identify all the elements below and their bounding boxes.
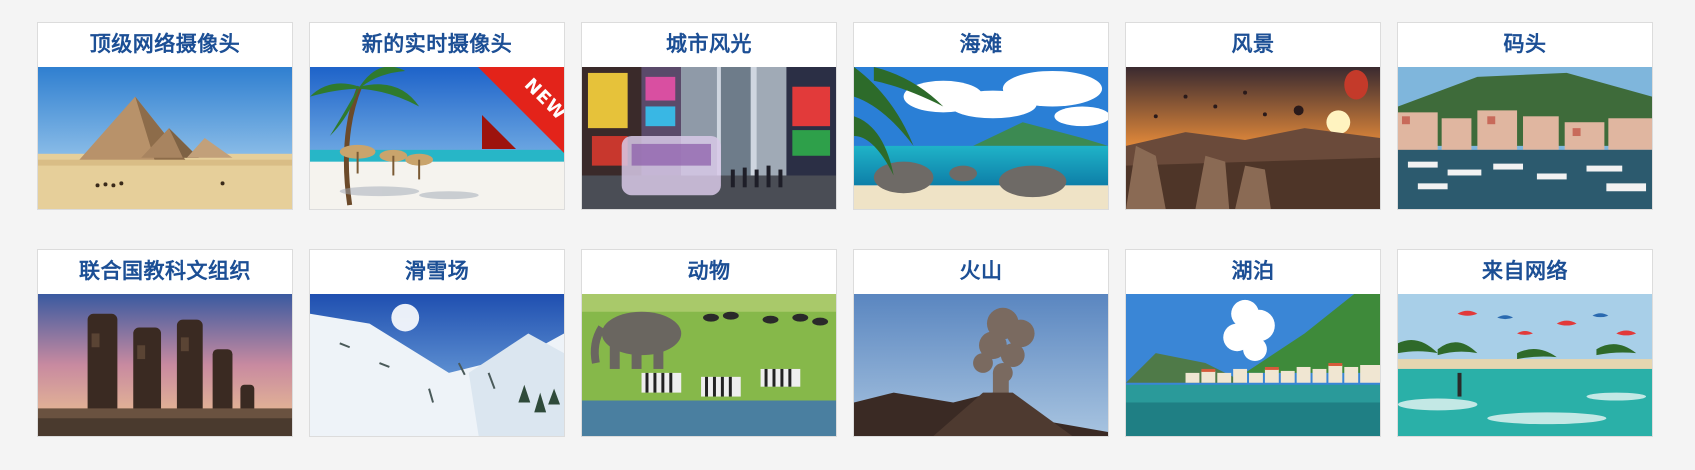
beach-palm-photo-icon: NEW — [310, 67, 564, 209]
pyramids-photo-icon — [38, 67, 292, 209]
card-title: 城市风光 — [666, 32, 752, 56]
category-card-ski-resorts[interactable]: 滑雪场 — [309, 249, 565, 437]
category-card-cityscape[interactable]: 城市风光 — [581, 22, 837, 210]
times-square-photo-icon — [582, 67, 836, 209]
tropical-beach-photo-icon — [854, 67, 1108, 209]
category-card-from-web[interactable]: 来自网络 — [1397, 249, 1653, 437]
ski-slope-photo-icon — [310, 294, 564, 436]
volcano-photo-icon — [854, 294, 1108, 436]
category-grid: 顶级网络摄像头 新的实时摄像头 NEW 城市风光 海滩 风景 码头 联合国教科文… — [37, 22, 1653, 437]
card-title: 顶级网络摄像头 — [89, 32, 241, 56]
card-title: 火山 — [959, 259, 1003, 283]
category-card-harbors[interactable]: 码头 — [1397, 22, 1653, 210]
card-title: 新的实时摄像头 — [361, 32, 513, 56]
category-card-volcanoes[interactable]: 火山 — [853, 249, 1109, 437]
category-card-unesco[interactable]: 联合国教科文组织 — [37, 249, 293, 437]
card-title: 风景 — [1231, 32, 1275, 56]
category-card-lakes[interactable]: 湖泊 — [1125, 249, 1381, 437]
category-card-top-webcams[interactable]: 顶级网络摄像头 — [37, 22, 293, 210]
category-card-new-live-cams[interactable]: 新的实时摄像头 NEW — [309, 22, 565, 210]
safari-animals-photo-icon — [582, 294, 836, 436]
card-title: 滑雪场 — [404, 259, 470, 283]
category-card-landscapes[interactable]: 风景 — [1125, 22, 1381, 210]
card-title: 湖泊 — [1231, 259, 1275, 283]
card-title: 来自网络 — [1482, 259, 1568, 283]
balloons-landscape-photo-icon — [1126, 67, 1380, 209]
card-title: 动物 — [687, 259, 731, 283]
moai-statues-photo-icon — [38, 294, 292, 436]
harbor-photo-icon — [1398, 67, 1652, 209]
category-card-beaches[interactable]: 海滩 — [853, 22, 1109, 210]
kitesurf-photo-icon — [1398, 294, 1652, 436]
card-title: 码头 — [1503, 32, 1547, 56]
new-badge: NEW — [478, 67, 564, 153]
category-card-animals[interactable]: 动物 — [581, 249, 837, 437]
lake-village-photo-icon — [1126, 294, 1380, 436]
card-title: 联合国教科文组织 — [79, 259, 251, 283]
card-title: 海滩 — [959, 32, 1003, 56]
